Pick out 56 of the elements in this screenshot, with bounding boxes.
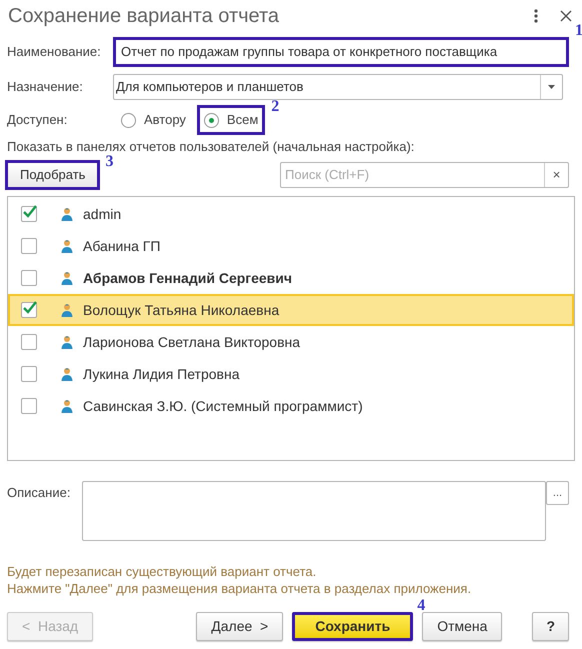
person-icon <box>61 239 73 253</box>
dialog-button[interactable]: Сохранить <box>292 612 414 641</box>
window-title: Сохранение варианта отчета <box>8 4 280 29</box>
user-row[interactable]: admin <box>8 198 574 230</box>
checkbox[interactable] <box>21 302 37 318</box>
more-icon[interactable] <box>534 9 538 23</box>
callout-number: 2 <box>271 99 280 115</box>
user-row[interactable]: Ларионова Светлана Викторовна <box>8 326 574 358</box>
checkbox[interactable] <box>21 206 37 222</box>
user-name: admin <box>83 204 122 224</box>
dialog-button[interactable]: Далее > <box>196 612 284 641</box>
name-field[interactable]: Отчет по продажам группы товара от конкретного поставщика <box>113 37 569 67</box>
person-icon <box>61 271 73 285</box>
field-label: Наименование: <box>7 43 102 62</box>
radio-option[interactable]: Автору <box>114 105 193 135</box>
user-name: Абанина ГП <box>83 236 160 256</box>
close-icon[interactable] <box>560 10 572 22</box>
field-label: Описание: <box>7 484 72 502</box>
user-name: Ларионова Светлана Викторовна <box>83 332 300 352</box>
clear-button[interactable]: × <box>544 163 568 187</box>
more-button[interactable]: ... <box>546 481 569 505</box>
user-row[interactable]: Савинская З.Ю. (Системный программист) <box>8 390 574 422</box>
pick-button[interactable]: Подобрать <box>5 160 100 190</box>
user-name: Волощук Татьяна Николаевна <box>83 300 280 320</box>
user-row[interactable]: Волощук Татьяна Николаевна <box>8 294 574 326</box>
field-label: Назначение: <box>7 78 84 96</box>
checkbox[interactable] <box>21 238 37 254</box>
info-text: Будет перезаписан существующий вариант отчета. <box>7 563 318 580</box>
checkbox[interactable] <box>21 366 37 382</box>
checkbox[interactable] <box>21 270 37 286</box>
info-text: Нажмите "Далее" для размещения варианта отчета в разделах приложения. <box>7 580 472 597</box>
user-name: Абрамов Геннадий Сергеевич <box>83 268 292 288</box>
person-icon <box>61 207 73 221</box>
user-name: Савинская З.Ю. (Системный программист) <box>83 396 363 416</box>
user-row[interactable]: Абрамов Геннадий Сергеевич <box>8 262 574 294</box>
section-label: Показать в панелях отчетов пользователей (начальная настройка): <box>7 138 414 155</box>
callout-number: 4 <box>417 598 426 614</box>
radio-option[interactable]: Всем <box>196 105 266 135</box>
description-field[interactable] <box>82 481 546 541</box>
purpose-dropdown[interactable]: Для компьютеров и планшетов <box>113 74 563 100</box>
person-icon <box>61 303 73 317</box>
callout-number: 3 <box>105 154 114 170</box>
search-field[interactable]: Поиск (Ctrl+F) × <box>280 162 569 188</box>
person-icon <box>61 367 73 381</box>
user-row[interactable]: Абанина ГП <box>8 230 574 262</box>
checkbox[interactable] <box>21 334 37 350</box>
user-name: Лукина Лидия Петровна <box>83 364 240 384</box>
person-icon <box>61 335 73 349</box>
checkbox[interactable] <box>21 398 37 414</box>
user-row[interactable]: Лукина Лидия Петровна <box>8 358 574 390</box>
dropdown-arrow-icon <box>548 85 555 89</box>
field-label: Доступен: <box>7 111 68 130</box>
dialog-button[interactable]: ? <box>532 612 569 641</box>
dialog-button[interactable]: Отмена <box>422 612 502 641</box>
person-icon <box>61 399 73 413</box>
callout-number: 1 <box>575 23 582 39</box>
